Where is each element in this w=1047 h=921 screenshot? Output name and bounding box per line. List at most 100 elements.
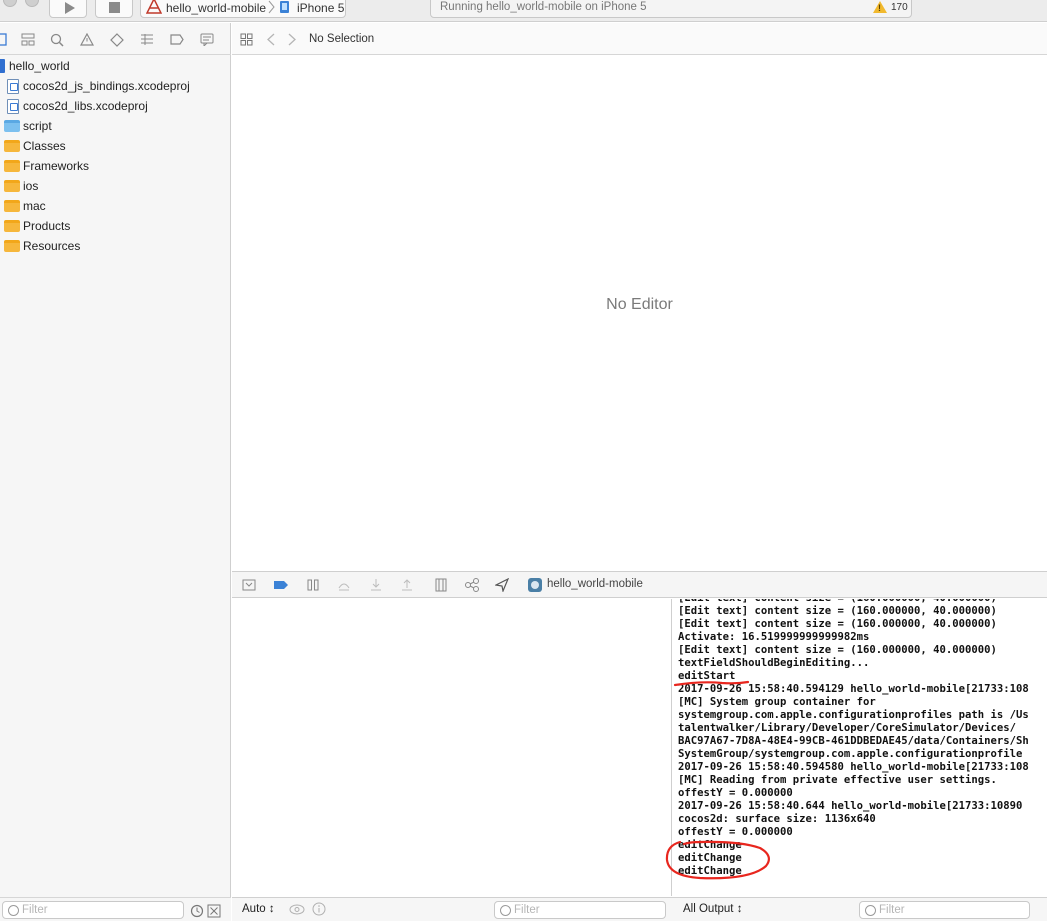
memory-graph-icon[interactable] (464, 578, 480, 592)
tree-item-classes[interactable]: Classes (0, 136, 230, 156)
tree-item-label: Frameworks (23, 159, 90, 173)
warning-exclamation: ! (878, 3, 881, 13)
tree-item-label: Resources (23, 239, 81, 253)
recent-files-icon[interactable] (190, 904, 204, 918)
variables-scope-select[interactable]: Auto ↕ (242, 903, 275, 915)
info-icon[interactable] (312, 902, 326, 916)
debug-bar: hello_world-mobile (232, 571, 1047, 598)
folder-icon (4, 200, 20, 212)
filter-placeholder: Filter (22, 904, 48, 916)
console-line: [MC] System group container for (678, 696, 876, 708)
tree-item-cocos2d-js-bindings[interactable]: cocos2d_js_bindings.xcodeproj (0, 76, 230, 96)
folder-icon (4, 160, 20, 172)
tree-item-ios[interactable]: ios (0, 176, 230, 196)
console-line: editChange (678, 852, 742, 864)
toolbar: hello_world-mobile iPhone 5 Running hell… (0, 0, 1047, 22)
editor-area: No Editor (232, 56, 1047, 571)
variables-filter-input[interactable]: Filter (494, 901, 666, 919)
tree-item-resources[interactable]: Resources (0, 236, 230, 256)
device-icon (280, 1, 289, 13)
tree-item-label: hello_world (9, 59, 70, 73)
folder-icon (4, 220, 20, 232)
console-line: [Edit text] content size = (160.000000, … (678, 618, 997, 630)
hide-debug-area-icon[interactable] (242, 578, 256, 592)
run-button[interactable] (49, 0, 87, 18)
location-icon[interactable] (495, 578, 509, 592)
console-filter-input[interactable]: Filter (859, 901, 1030, 919)
minimize-window-button[interactable] (25, 0, 39, 7)
app-target-icon (146, 0, 162, 14)
step-over-icon[interactable] (337, 578, 351, 592)
tree-item-frameworks[interactable]: Frameworks (0, 156, 230, 176)
filter-icon (8, 905, 19, 916)
warning-count[interactable]: 170 (891, 2, 908, 13)
xcodeproj-file-icon (7, 79, 19, 94)
scheme-target-label: hello_world-mobile (166, 1, 267, 15)
status-text: Running hello_world-mobile on iPhone 5 (440, 1, 647, 13)
activity-status: Running hello_world-mobile on iPhone 5 !… (430, 0, 912, 18)
navigator-filter-bar: Filter (0, 897, 231, 921)
play-icon (65, 2, 75, 14)
quick-look-eye-icon[interactable] (289, 903, 305, 916)
tree-item-script[interactable]: script (0, 116, 230, 136)
console-line: Activate: 16.519999999999982ms (678, 631, 870, 643)
stop-icon (109, 2, 120, 13)
tree-item-label: Products (23, 219, 71, 233)
jump-bar-selection[interactable]: No Selection (309, 33, 374, 45)
search-icon[interactable] (50, 33, 64, 47)
symbol-navigator-tab[interactable] (21, 33, 35, 46)
console-line: systemgroup.com.apple.configurationprofi… (678, 709, 1029, 721)
tree-item-hello-world[interactable]: hello_world (0, 56, 230, 76)
forward-chevron-icon[interactable] (288, 33, 296, 46)
stop-button[interactable] (95, 0, 133, 18)
navigator-tab-bar (0, 23, 231, 55)
console-output-select[interactable]: All Output ↕ (683, 903, 742, 915)
breakpoint-navigator-tab[interactable] (170, 33, 184, 46)
app-process-icon (528, 578, 542, 592)
no-editor-placeholder: No Editor (606, 296, 673, 313)
zoom-window-button[interactable] (3, 0, 17, 7)
console-output[interactable]: [Edit text] content size = (160.000000, … (673, 599, 1047, 896)
project-icon (0, 59, 5, 73)
console-line: SystemGroup/systemgroup.com.apple.config… (678, 748, 1023, 760)
debug-navigator-tab[interactable] (140, 33, 154, 46)
breadcrumb-chevron-icon (268, 0, 275, 14)
console-line: 2017-09-26 15:58:40.644 hello_world-mobi… (678, 800, 1023, 812)
filter-placeholder: Filter (879, 904, 905, 916)
console-line: offestY = 0.000000 (678, 826, 793, 838)
scheme-selector[interactable]: hello_world-mobile iPhone 5 (140, 0, 346, 18)
console-line: 2017-09-26 15:58:40.594129 hello_world-m… (678, 683, 1029, 695)
step-out-icon[interactable] (400, 578, 414, 592)
tree-item-label: cocos2d_js_bindings.xcodeproj (23, 79, 190, 93)
console-line: 2017-09-26 15:58:40.594580 hello_world-m… (678, 761, 1029, 773)
variables-view (232, 599, 672, 896)
back-chevron-icon[interactable] (267, 33, 275, 46)
scheme-device-label: iPhone 5 (297, 1, 345, 15)
console-line: editChange (678, 839, 742, 851)
console-line: BAC97A67-7D8A-48E4-99CB-461DDBEDAE45/dat… (678, 735, 1029, 747)
tree-item-mac[interactable]: mac (0, 196, 230, 216)
jump-bar: No Selection (232, 23, 1047, 55)
console-line: offestY = 0.000000 (678, 787, 793, 799)
report-navigator-tab[interactable] (200, 33, 214, 46)
step-into-icon[interactable] (369, 578, 383, 592)
tree-item-products[interactable]: Products (0, 216, 230, 236)
related-items-icon[interactable] (240, 33, 253, 46)
issue-navigator-tab[interactable] (80, 33, 94, 46)
filter-icon (500, 905, 511, 916)
project-navigator-tab[interactable] (0, 33, 8, 46)
tree-item-cocos2d-libs[interactable]: cocos2d_libs.xcodeproj (0, 96, 230, 116)
breakpoints-toggle-icon[interactable] (273, 578, 289, 592)
console-line: editStart (678, 670, 736, 682)
pause-icon[interactable] (306, 578, 320, 592)
console-line: cocos2d: surface size: 1136x640 (678, 813, 876, 825)
view-hierarchy-icon[interactable] (434, 578, 448, 592)
console-line: [Edit text] content size = (160.000000, … (678, 644, 997, 656)
folder-icon (4, 180, 20, 192)
tree-item-label: ios (23, 179, 39, 193)
navigator-filter-input[interactable]: Filter (2, 901, 184, 919)
test-navigator-tab[interactable] (110, 33, 124, 47)
console-log: [Edit text] content size = (160.000000, … (678, 599, 1029, 878)
folder-icon (4, 120, 20, 132)
scm-filter-icon[interactable] (207, 904, 221, 918)
